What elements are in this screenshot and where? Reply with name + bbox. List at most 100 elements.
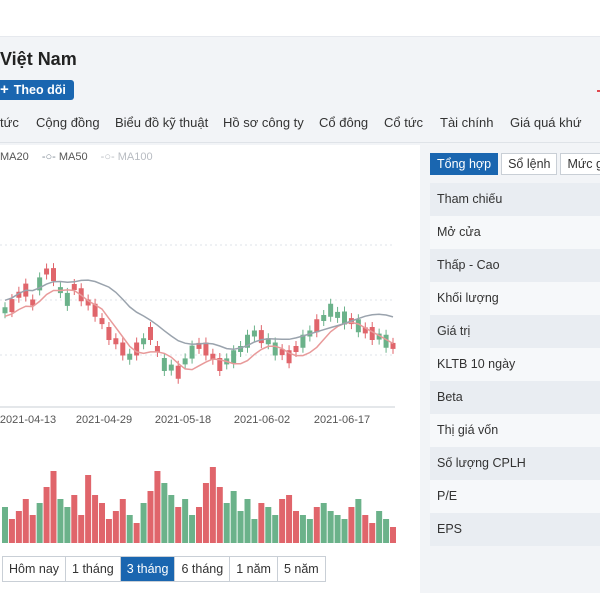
volume-bar <box>376 511 383 543</box>
row-eps: EPS <box>430 513 600 546</box>
row-beta: Beta <box>430 381 600 414</box>
candle-body <box>328 303 334 317</box>
volume-bar <box>369 523 376 543</box>
range-3-months[interactable]: 3 tháng <box>120 557 176 581</box>
row-open-price: Mở cửa <box>430 216 600 249</box>
volume-bar <box>50 471 57 543</box>
volume-bar <box>279 499 286 543</box>
volume-bar <box>362 515 369 543</box>
candle-body <box>182 358 188 365</box>
tab-price-levels[interactable]: Mức g <box>560 153 600 175</box>
tab-news[interactable]: tức <box>0 115 19 130</box>
x-axis: 2021-04-13 2021-04-29 2021-05-18 2021-06-02… <box>0 414 370 426</box>
volume-bar <box>133 523 140 543</box>
row-shares-outstanding: Số lượng CPLH <box>430 447 600 480</box>
row-value: Giá trị <box>430 315 600 348</box>
volume-bar <box>43 487 50 543</box>
range-1-month[interactable]: 1 tháng <box>66 557 121 581</box>
volume-bar <box>320 503 327 543</box>
volume-bar <box>272 515 279 543</box>
candle-body <box>314 319 320 333</box>
tab-company-profile[interactable]: Hồ sơ công ty <box>223 115 304 130</box>
volume-bar <box>64 507 71 543</box>
range-today[interactable]: Hôm nay <box>3 557 67 581</box>
candle-body <box>231 350 237 364</box>
volume-bar <box>140 503 147 543</box>
volume-bar <box>293 511 299 543</box>
follow-button-label: Theo dõi <box>13 83 66 97</box>
candle-body <box>189 345 195 359</box>
row-pe: P/E <box>430 480 600 513</box>
candle-body <box>175 365 181 379</box>
tab-summary[interactable]: Tổng hợp <box>430 153 499 175</box>
volume-bar <box>313 507 320 543</box>
volume-bar <box>327 511 334 543</box>
volume-bar <box>168 495 175 543</box>
volume-bar <box>92 495 99 543</box>
volume-bar <box>299 515 306 543</box>
volume-bar <box>196 507 202 543</box>
volume-bar <box>112 511 119 543</box>
candle-body <box>2 307 8 314</box>
volume-bar <box>2 507 8 543</box>
range-5-years[interactable]: 5 năm <box>278 557 325 581</box>
volume-bar <box>383 519 390 543</box>
volume-bar <box>71 495 78 543</box>
volume-bar <box>230 491 237 543</box>
main-tabs: tức Cộng đồng Biểu đồ kỹ thuật Hồ sơ côn… <box>0 115 600 143</box>
x-tick-label: 2021-06-02 <box>234 414 290 426</box>
range-6-months[interactable]: 6 tháng <box>175 557 231 581</box>
x-tick-label: 2021-06-17 <box>314 414 370 426</box>
follow-button[interactable]: + Theo dõi <box>0 80 74 100</box>
volume-bar <box>244 499 251 543</box>
volume-bar <box>57 499 64 543</box>
top-bar <box>0 0 600 37</box>
volume-bar <box>209 467 216 543</box>
volume-bar <box>216 487 223 543</box>
volume-bar <box>29 515 36 543</box>
volume-bar <box>105 519 112 543</box>
candle-body <box>168 364 174 371</box>
tab-technical-chart[interactable]: Biểu đồ kỹ thuật <box>115 115 208 130</box>
candle-body <box>99 318 105 325</box>
candle-body <box>71 284 77 290</box>
candle-body <box>120 342 126 356</box>
tab-order-book[interactable]: Sổ lệnh <box>501 153 558 175</box>
candle-body <box>293 346 299 352</box>
candle-body <box>272 342 278 356</box>
candle-body <box>141 338 147 345</box>
candle-body <box>335 311 341 318</box>
candle-body <box>51 268 56 282</box>
candle-body <box>106 327 112 340</box>
tab-price-history[interactable]: Giá quá khứ <box>510 115 582 130</box>
tab-dividends[interactable]: Cổ tức <box>384 115 423 130</box>
volume-bar <box>390 527 396 543</box>
tab-shareholders[interactable]: Cổ đông <box>319 115 368 130</box>
volume-bar <box>334 515 341 543</box>
volume-bar <box>355 499 362 543</box>
price-chart[interactable]: 2021-04-13 2021-04-29 2021-05-18 2021-06-02… <box>0 145 400 545</box>
moving-averages <box>4 279 394 371</box>
volume-bar <box>36 503 43 543</box>
volume-bar <box>175 507 182 543</box>
row-avg-volume-10d: KLTB 10 ngày <box>430 348 600 381</box>
row-reference-price: Tham chiếu <box>430 183 600 216</box>
candle-body <box>148 327 153 340</box>
tab-community[interactable]: Cộng đồng <box>36 115 100 130</box>
candle-body <box>113 338 119 345</box>
candle-body <box>203 342 209 356</box>
plus-icon: + <box>0 81 9 98</box>
range-1-year[interactable]: 1 năm <box>230 557 278 581</box>
tab-financials[interactable]: Tài chính <box>440 115 493 130</box>
volume-bar <box>126 515 133 543</box>
candle-body <box>127 353 133 360</box>
volume-bar <box>161 483 168 543</box>
volume-bar <box>286 495 293 543</box>
volume-bar <box>348 507 355 543</box>
time-range-selector: Hôm nay 1 tháng 3 tháng 6 tháng 1 năm 5 … <box>2 556 326 582</box>
volume-bar <box>85 475 92 543</box>
volume-bar <box>22 499 29 543</box>
candle-body <box>9 299 15 313</box>
volume-bars <box>2 467 396 543</box>
x-tick-label: 2021-04-13 <box>0 414 56 426</box>
